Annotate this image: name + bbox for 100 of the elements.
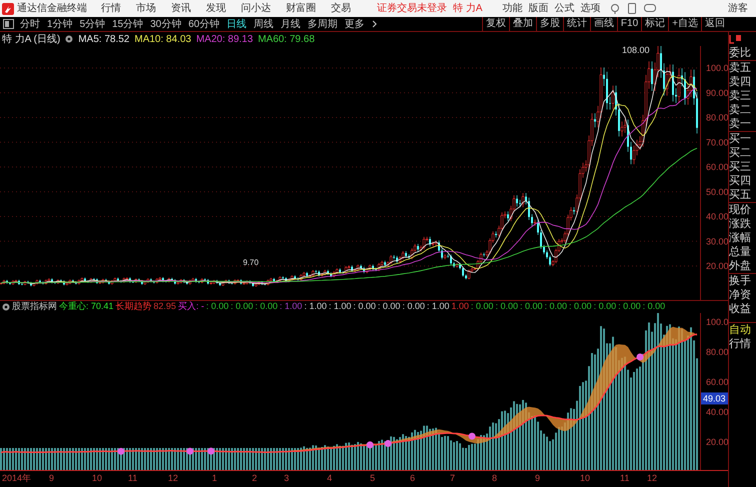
date-label: 11 — [620, 473, 630, 483]
indicator-value: : 0.00 — [495, 301, 518, 313]
date-label: 2 — [252, 473, 258, 483]
quote-label: 换手 — [729, 274, 752, 288]
menu-item[interactable]: 行情 — [101, 1, 121, 16]
indicator-axis-label: 60.00 — [706, 377, 728, 387]
mode-tab[interactable]: 行情 — [729, 337, 756, 351]
period-tab[interactable]: 15分钟 — [112, 16, 144, 32]
indicator-value: : 1.00 — [304, 301, 327, 313]
period-tab[interactable]: 多周期 — [308, 16, 338, 32]
indicator-value: 82.95 — [154, 301, 176, 313]
indicator-value: 长期趋势 — [116, 301, 152, 313]
menu-item[interactable]: 版面 — [528, 1, 548, 16]
quote-label: 买二 — [729, 146, 752, 160]
date-label: 10 — [92, 473, 102, 483]
indicator-axis-label: 100.0 — [706, 317, 728, 327]
price-axis-label: 80.00 — [706, 112, 728, 122]
date-label: 7 — [450, 473, 456, 483]
toolbar-button[interactable]: 返回 — [701, 17, 728, 31]
date-label: 6 — [410, 473, 416, 483]
stock-name: 特 力A — [453, 2, 482, 16]
date-label: 9 — [535, 473, 540, 483]
indicator-value: 1.00 — [451, 301, 469, 313]
indicator-value: : 0.00 — [470, 301, 494, 313]
quote-label: 外盘 — [729, 259, 756, 274]
price-axis-label: 70.00 — [706, 137, 728, 148]
quote-label: 卖一 — [729, 117, 756, 132]
menu-item[interactable]: 公式 — [554, 1, 574, 16]
quote-label: 买五 — [729, 188, 756, 203]
quote-label: 委比 — [729, 46, 756, 61]
quote-label: 卖二 — [729, 103, 752, 117]
menu-item[interactable]: 财富圈 — [286, 1, 316, 16]
toolbar-button[interactable]: 统计 — [562, 17, 590, 31]
indicator-value: : 0.00 — [255, 301, 278, 313]
indicator-value: 今重心: 70.41 — [59, 301, 114, 313]
date-label: 11 — [128, 473, 138, 483]
indicator-value: : 0.00 — [520, 301, 542, 313]
indicator-value: : 0.00 — [544, 301, 568, 313]
toolbar-button[interactable]: 叠加 — [508, 17, 536, 31]
toolbar-button[interactable]: 复权 — [482, 17, 509, 31]
date-label: 1 — [212, 473, 218, 483]
indicator-name: 股票指标网 — [12, 301, 57, 313]
date-label: 12 — [647, 473, 658, 483]
period-tab[interactable]: 30分钟 — [150, 16, 182, 32]
ma-value: MA20: 89.13 — [196, 32, 253, 46]
quote-label: 买三 — [729, 160, 752, 174]
indicator-value: : 0.00 — [353, 301, 376, 313]
login-status: 证券交易未登录 — [377, 2, 447, 16]
indicator-value: : 0.00 — [618, 301, 641, 313]
quote-label: 涨跌 — [729, 218, 752, 231]
indicator-axis-label: 80.00 — [706, 347, 728, 357]
toolbar-button[interactable]: 画线 — [590, 17, 617, 31]
high-price-label: 108.00 — [622, 46, 650, 55]
mode-tab[interactable]: 自动 — [729, 323, 756, 337]
period-tab[interactable]: 周线 — [254, 16, 274, 32]
price-axis-label: 60.00 — [706, 162, 728, 172]
quote-label: 卖五 — [729, 61, 752, 75]
indicator-value: : 0.00 — [206, 301, 229, 313]
low-price-label: 9.70 — [243, 258, 259, 267]
date-label: 8 — [492, 473, 498, 483]
quote-label: 卖四 — [729, 75, 752, 89]
date-label: 9 — [49, 473, 54, 483]
price-axis-label: 30.00 — [706, 236, 728, 246]
date-label: 10 — [580, 473, 590, 483]
date-label: 2014年 — [2, 473, 32, 483]
ma-value: MA10: 84.03 — [134, 32, 192, 46]
toolbar-button[interactable]: +自选 — [668, 17, 701, 31]
period-tab[interactable]: 更多 — [344, 16, 364, 32]
menu-item[interactable]: 发现 — [206, 1, 226, 16]
period-tab[interactable]: 日线 — [226, 16, 246, 32]
menu-item[interactable]: 交易 — [331, 1, 351, 16]
toolbar-button[interactable]: 多股 — [536, 17, 563, 31]
date-label: 12 — [168, 473, 178, 483]
menu-item[interactable]: 市场 — [136, 1, 156, 16]
period-tab[interactable]: 5分钟 — [80, 16, 106, 32]
quote-label: 总量 — [729, 245, 752, 259]
toolbar-button[interactable]: F10 — [616, 17, 642, 31]
quote-label: 现价 — [729, 203, 752, 216]
toolbar-button[interactable]: 标记 — [641, 17, 668, 31]
app-name: 通达信金融终端 — [17, 2, 87, 16]
menu-item[interactable]: 资讯 — [171, 1, 191, 16]
price-axis-label: 50.00 — [706, 186, 728, 197]
user-name[interactable]: 游客 — [728, 1, 748, 16]
period-tab[interactable]: 分时 — [20, 16, 40, 32]
indicator-value: : 0.00 — [230, 301, 254, 313]
period-tab[interactable]: 月线 — [280, 16, 300, 32]
period-tab[interactable]: 60分钟 — [188, 16, 220, 32]
ma-value: MA60: 79.68 — [258, 32, 315, 46]
indicator-value: : 0.00 — [594, 301, 616, 313]
menu-item[interactable]: 问小达 — [241, 1, 271, 16]
chart-title: 特 力A (日线) — [2, 32, 60, 46]
menu-item[interactable]: 选项 — [580, 1, 600, 16]
indicator-value: : 0.00 — [569, 301, 592, 313]
ma-value: MA5: 78.52 — [78, 32, 130, 46]
indicator-value: : 0.00 — [378, 301, 400, 313]
quote-label: 买四 — [729, 174, 752, 188]
period-tab[interactable]: 1分钟 — [47, 16, 73, 32]
menu-item[interactable]: 功能 — [502, 1, 522, 16]
indicator-axis-label: 20.00 — [706, 437, 728, 447]
indicator-value: : 0.00 — [402, 301, 425, 313]
